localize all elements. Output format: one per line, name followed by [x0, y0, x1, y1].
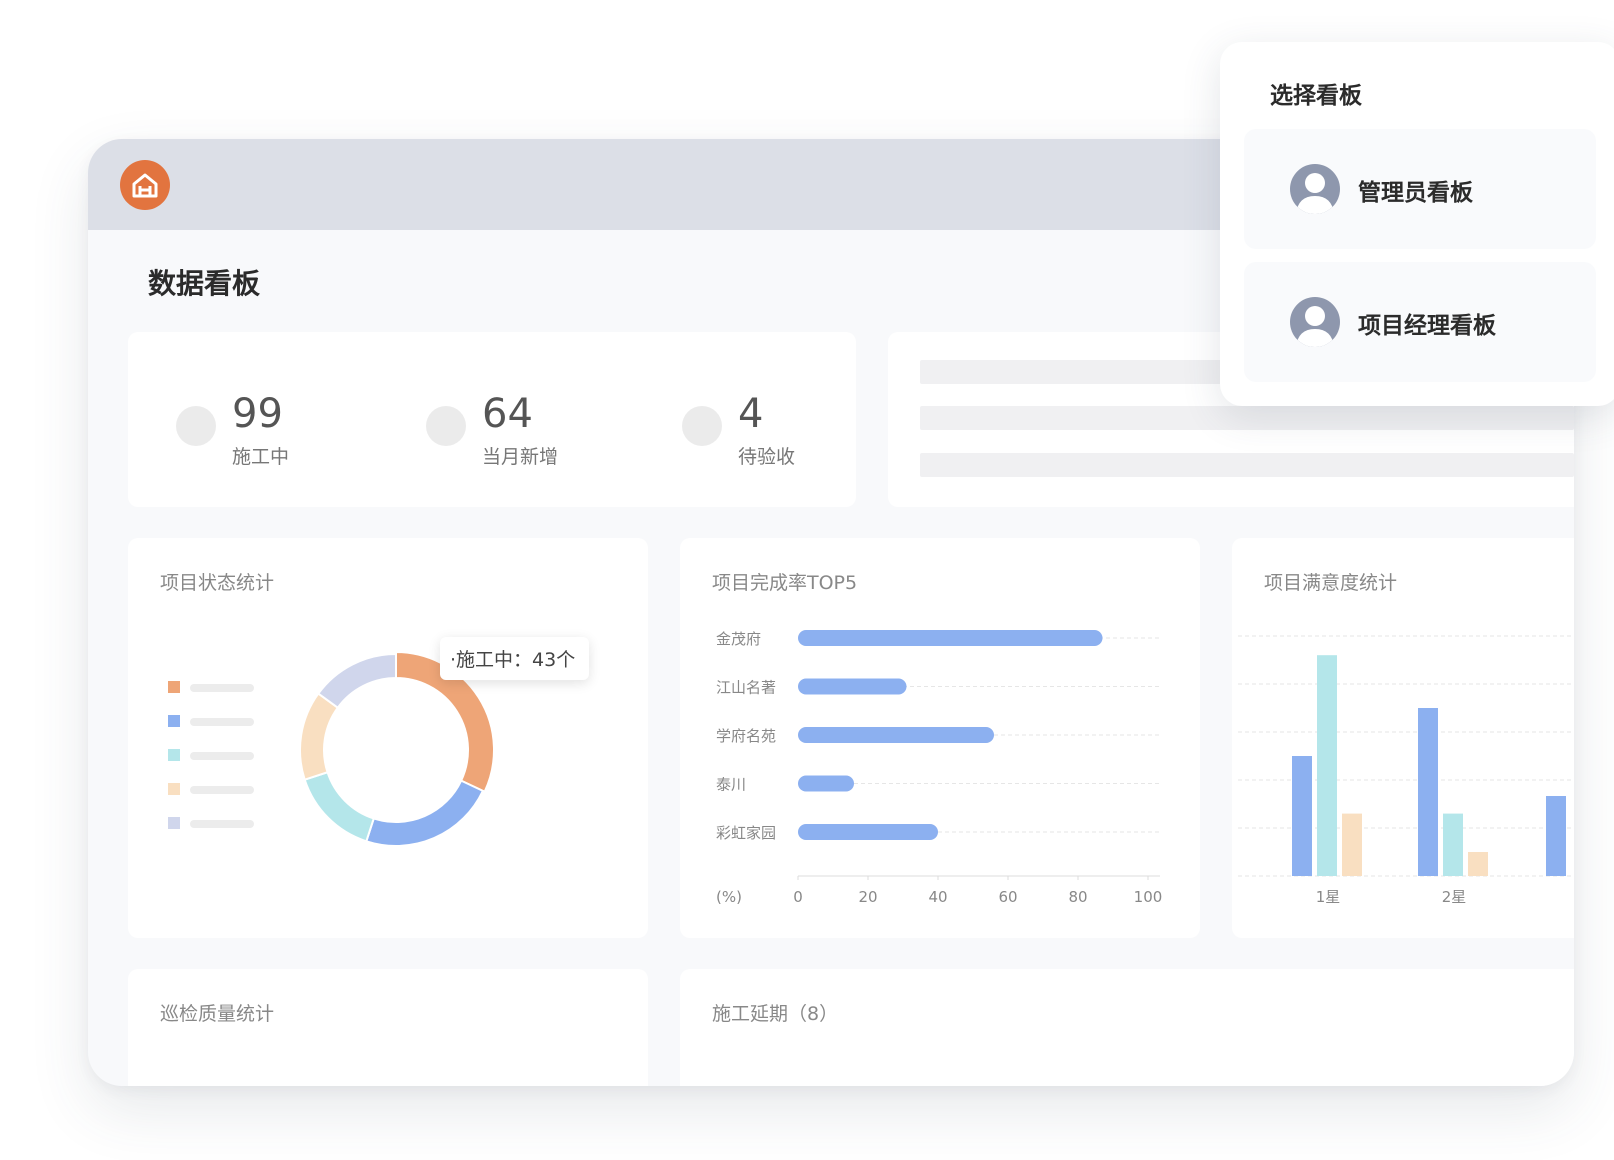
bar: [1342, 813, 1362, 876]
bar: [1317, 655, 1337, 876]
legend-swatch: [168, 715, 180, 727]
bar: [1468, 852, 1488, 876]
stat-value: 64: [482, 391, 533, 437]
legend-swatch: [168, 817, 180, 829]
user-avatar-icon: [1290, 297, 1340, 347]
x-tick-label: 60: [998, 888, 1017, 906]
satisfaction-card: 项目满意度统计 1星 2星: [1232, 538, 1574, 938]
category-label: 2星: [1442, 888, 1467, 906]
donut-slice: [365, 779, 485, 847]
donut-slice: [303, 770, 376, 843]
chart-tooltip: ·施工中：43个: [440, 637, 590, 680]
project-manager-board-option[interactable]: 项目经理看板: [1244, 262, 1596, 382]
bar: [798, 775, 854, 792]
legend-swatch: [168, 749, 180, 761]
bar: [1292, 756, 1312, 876]
stats-card: 99 施工中 64 当月新增 4 待验收: [128, 332, 856, 507]
donut-slice: [299, 692, 340, 781]
page-title: 数据看板: [148, 267, 261, 300]
brand-logo-icon[interactable]: [120, 160, 170, 210]
stat-value: 99: [232, 391, 283, 437]
user-avatar-icon: [1290, 164, 1340, 214]
donut-slice: [316, 652, 397, 710]
stat-label: 当月新增: [482, 446, 559, 468]
x-tick-label: 20: [858, 888, 877, 906]
board-selector-popup: 选择看板 管理员看板 项目经理看板: [1220, 42, 1614, 406]
bar: [1418, 708, 1438, 876]
completion-card: 项目完成率TOP5 金茂府 江山名著 学府名苑 泰川 彩虹家园 0 20 40 60 80 100(…: [680, 538, 1200, 938]
category-label: 彩虹家园: [716, 824, 776, 842]
stat-dot-icon: [176, 406, 216, 446]
legend-label-placeholder: [190, 752, 254, 760]
legend-label-placeholder: [190, 786, 254, 794]
delay-card: 施工延期（8）: [680, 969, 1574, 1086]
status-card: 项目状态统计: [128, 538, 648, 938]
category-label: 1星: [1316, 888, 1341, 906]
admin-board-option[interactable]: 管理员看板: [1244, 129, 1596, 249]
legend-swatch: [168, 681, 180, 693]
x-tick-label: 100: [1134, 888, 1163, 906]
bar-partial: [1546, 796, 1566, 876]
x-axis-label: (%): [716, 888, 742, 906]
popup-title: 选择看板: [1270, 83, 1362, 109]
legend-label-placeholder: [190, 820, 254, 828]
x-tick-label: 0: [793, 888, 803, 906]
bar: [798, 678, 907, 695]
category-label: 江山名著: [716, 679, 776, 697]
legend-label-placeholder: [190, 718, 254, 726]
card-title: 巡检质量统计: [160, 1003, 275, 1025]
bar: [798, 630, 1103, 646]
legend-label-placeholder: [190, 684, 254, 692]
stat-value: 4: [738, 391, 764, 437]
stat-label: 待验收: [738, 446, 796, 468]
bar: [1443, 813, 1463, 876]
bar: [798, 824, 938, 840]
legend-swatch: [168, 783, 180, 795]
stat-dot-icon: [426, 406, 466, 446]
skeleton-line: [920, 453, 1574, 477]
house-icon: [132, 173, 158, 198]
x-tick-label: 80: [1068, 888, 1087, 906]
option-label: 项目经理看板: [1358, 313, 1496, 339]
inspection-card: 巡检质量统计: [128, 969, 648, 1086]
satisfaction-bar-chart: 1星 2星: [1238, 635, 1574, 906]
category-label: 学府名苑: [716, 727, 776, 745]
stat-label: 施工中: [232, 446, 290, 468]
category-label: 泰川: [716, 776, 746, 794]
completion-bar-chart: 金茂府江山名著学府名苑泰川彩虹家园 0 20 40 60 80 100 (%): [716, 630, 1163, 906]
stat-dot-icon: [682, 406, 722, 446]
bar: [798, 727, 994, 743]
card-title: 项目状态统计: [160, 572, 275, 594]
option-label: 管理员看板: [1358, 180, 1473, 206]
skeleton-line: [920, 406, 1574, 430]
x-tick-label: 40: [928, 888, 947, 906]
category-label: 金茂府: [716, 630, 761, 648]
card-title: 施工延期（8）: [712, 1003, 839, 1025]
